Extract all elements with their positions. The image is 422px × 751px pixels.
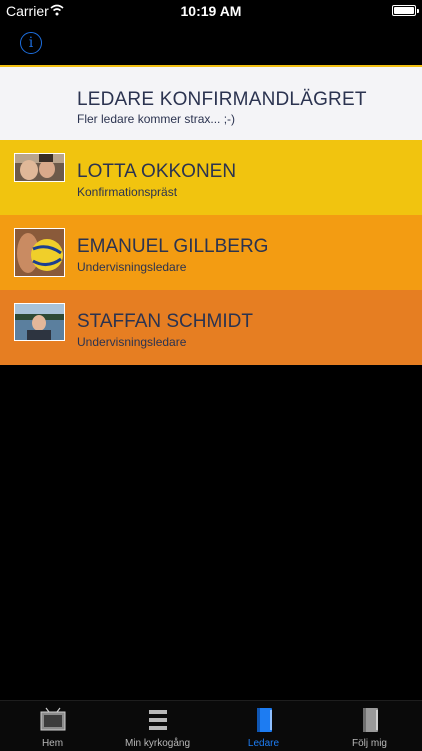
info-icon: i [28, 35, 34, 51]
tab-label: Hem [41, 738, 64, 749]
tab-min-kyrkogang[interactable]: Min kyrkogång [105, 701, 210, 751]
leader-name: STAFFAN SCHMIDT [77, 311, 253, 332]
leader-name: LOTTA OKKONEN [77, 161, 237, 182]
avatar [14, 153, 65, 182]
navigation-bar: i [0, 22, 422, 65]
status-bar: Carrier 10:19 AM [0, 0, 422, 22]
leader-role: Undervisningsledare [77, 335, 187, 349]
tab-hem[interactable]: Hem [0, 701, 105, 751]
tab-ledare[interactable]: Ledare [211, 701, 316, 751]
book-icon [363, 708, 378, 732]
tab-bar: Hem Min kyrkogång Ledare Följ mig [0, 700, 422, 751]
header-subtitle: Fler ledare kommer strax... ;-) [77, 112, 236, 126]
leader-role: Konfirmationspräst [77, 185, 178, 199]
info-button[interactable]: i [20, 32, 42, 54]
header-title: LEDARE KONFIRMANDLÄGRET [77, 89, 367, 110]
leader-name: EMANUEL GILLBERG [77, 236, 269, 257]
tab-folj-mig[interactable]: Följ mig [317, 701, 422, 751]
leader-row-lotta-okkonen[interactable]: LOTTA OKKONEN Konfirmationspräst [0, 140, 422, 215]
leader-row-emanuel-gillberg[interactable]: EMANUEL GILLBERG Undervisningsledare [0, 215, 422, 290]
list-icon [149, 710, 167, 730]
avatar [14, 303, 65, 341]
status-time: 10:19 AM [180, 3, 242, 19]
book-icon [257, 708, 272, 732]
tab-label: Ledare [247, 738, 280, 749]
battery-icon [392, 5, 419, 16]
tv-icon [40, 707, 66, 731]
tab-label: Min kyrkogång [124, 738, 191, 749]
leader-row-staffan-schmidt[interactable]: STAFFAN SCHMIDT Undervisningsledare [0, 290, 422, 365]
tab-label: Följ mig [351, 738, 387, 749]
avatar [14, 228, 65, 277]
leader-role: Undervisningsledare [77, 260, 187, 274]
leaders-header: LEDARE KONFIRMANDLÄGRET Fler ledare komm… [0, 65, 422, 140]
